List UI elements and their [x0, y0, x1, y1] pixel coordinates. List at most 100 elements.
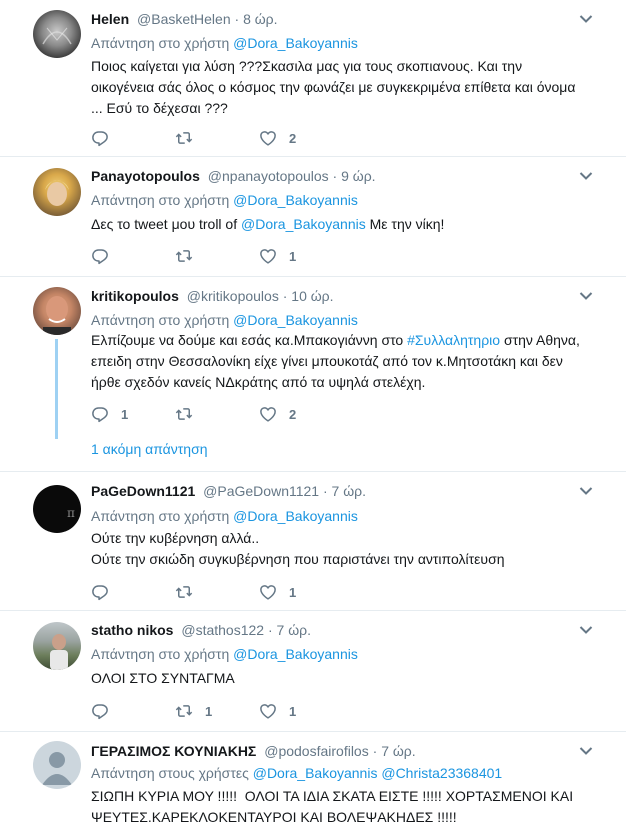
text-line: ΨΕΥΤΕΣ.ΚΑΡΕΚΛΟΚΕΝΤΑΥΡΟΙ ΚΑΙ ΒΟΛΕΨΑΚΗΔΕΣ …	[91, 809, 457, 825]
reply-context: Απάντηση στο χρήστη @Dora_Bakoyannis	[91, 507, 358, 525]
retweet-button[interactable]	[175, 582, 259, 602]
reply-prefix: Απάντηση στο χρήστη	[91, 192, 234, 208]
separator-dot: ·	[368, 743, 382, 759]
reply-context: Απάντηση στο χρήστη @Dora_Bakoyannis	[91, 645, 358, 663]
tweet[interactable]: Panayotopoulos @npanayotopoulos · 9 ώρ. …	[0, 157, 626, 277]
timestamp[interactable]: 10 ώρ.	[291, 288, 333, 304]
mention-link[interactable]: @Dora_Bakoyannis	[233, 35, 358, 51]
dark-photo-avatar[interactable]	[33, 10, 81, 58]
blond-person-avatar[interactable]	[33, 168, 81, 216]
mention-link[interactable]: @Dora_Bakoyannis	[233, 312, 358, 328]
thread-line	[55, 339, 58, 439]
reply-prefix: Απάντηση στο χρήστη	[91, 312, 234, 328]
display-name[interactable]: statho nikos	[91, 622, 173, 638]
mention-link[interactable]: @Dora_Bakoyannis	[233, 508, 358, 524]
chevron-down-icon[interactable]	[579, 14, 593, 24]
hashtag-link[interactable]: #Συλλαλητηριο	[407, 332, 500, 348]
tweet[interactable]: π PaGeDown1121 @PaGeDown1121 · 7 ώρ. Απά…	[0, 472, 626, 611]
user-handle[interactable]: @kritikopoulos	[187, 288, 279, 304]
tweet-text: ΣΙΩΠΗ ΚΥΡΙΑ ΜΟΥ !!!!! ΟΛΟΙ ΤΑ ΙΔΙΑ ΣΚΑΤΑ…	[91, 786, 611, 828]
mention-link[interactable]: @Dora_Bakoyannis	[241, 216, 366, 232]
retweet-icon	[175, 702, 193, 720]
like-count: 2	[289, 130, 297, 146]
user-handle[interactable]: @stathos122	[181, 622, 264, 638]
chevron-down-icon[interactable]	[579, 486, 593, 496]
user-handle[interactable]: @BasketHelen	[137, 11, 231, 27]
default-profile-avatar[interactable]	[33, 741, 81, 789]
pi-symbol-avatar[interactable]: π	[33, 485, 81, 533]
tweet[interactable]: ΓΕΡΑΣΙΜΟΣ ΚΟΥΝΙΑΚΗΣ @podosfairofilos · 7…	[0, 732, 626, 835]
text-line: ... Εσύ το δέχεσαι ???	[91, 100, 228, 116]
like-button[interactable]: 1	[259, 582, 343, 602]
tweet[interactable]: statho nikos @stathos122 · 7 ώρ. Απάντησ…	[0, 611, 626, 732]
mention-link[interactable]: @Dora_Bakoyannis	[233, 646, 358, 662]
text-line: ΟΛΟΙ ΣΤΟ ΣΥΝΤΑΓΜΑ	[91, 670, 235, 686]
like-button[interactable]: 2	[259, 128, 343, 148]
retweet-button[interactable]	[175, 246, 259, 266]
timestamp[interactable]: 7 ώρ.	[277, 622, 311, 638]
reply-button[interactable]	[91, 701, 175, 721]
heart-icon	[259, 129, 277, 147]
display-name[interactable]: Helen	[91, 11, 129, 27]
heart-icon	[259, 702, 277, 720]
text-segment: στην Αθηνα,	[500, 332, 580, 348]
tweet-text: Ποιος καίγεται για λύση ???Σκασιλα μας γ…	[91, 56, 601, 119]
like-count: 1	[289, 584, 297, 600]
reply-context: Απάντηση στο χρήστη @Dora_Bakoyannis	[91, 34, 358, 52]
user-handle[interactable]: @PaGeDown1121	[203, 483, 319, 499]
reply-context: Απάντηση στο χρήστη @Dora_Bakoyannis	[91, 311, 358, 329]
timestamp[interactable]: 9 ώρ.	[341, 168, 375, 184]
like-button[interactable]: 1	[259, 701, 343, 721]
retweet-button[interactable]	[175, 404, 259, 424]
text-line: ήρθε σχεδόν κανείς ΝΔκράτης από τα υψηλά…	[91, 374, 426, 390]
tweet-text: Δες το tweet μου troll of @Dora_Bakoyann…	[91, 214, 601, 235]
like-count: 2	[289, 406, 297, 422]
heart-icon	[259, 247, 277, 265]
bald-man-avatar[interactable]	[33, 287, 81, 335]
mention-link[interactable]: @Christa23368401	[381, 765, 502, 781]
reply-icon	[91, 247, 109, 265]
timestamp[interactable]: 7 ώρ.	[381, 743, 415, 759]
chevron-down-icon[interactable]	[579, 625, 593, 635]
chevron-down-icon[interactable]	[579, 291, 593, 301]
display-name[interactable]: Panayotopoulos	[91, 168, 200, 184]
like-button[interactable]: 2	[259, 404, 343, 424]
tweet-text: Ελπίζουμε να δούμε και εσάς κα.Μπακογιάν…	[91, 330, 601, 393]
reply-button[interactable]	[91, 246, 175, 266]
text-line: Ούτε την κυβέρνηση αλλά..	[91, 530, 260, 546]
tweet[interactable]: kritikopoulos @kritikopoulos · 10 ώρ. Απ…	[0, 277, 626, 472]
mention-link[interactable]: @Dora_Bakoyannis	[253, 765, 378, 781]
separator-dot: ·	[328, 168, 342, 184]
reply-icon	[91, 405, 109, 423]
timestamp[interactable]: 7 ώρ.	[332, 483, 366, 499]
retweet-icon	[175, 247, 193, 265]
text-segment: Δες το tweet μου troll of	[91, 216, 242, 232]
heart-icon	[259, 583, 277, 601]
outdoor-man-avatar[interactable]	[33, 622, 81, 670]
tweet[interactable]: Helen @BasketHelen · 8 ώρ. Απάντηση στο …	[0, 0, 626, 157]
retweet-button[interactable]: 1	[175, 701, 259, 721]
user-handle[interactable]: @npanayotopoulos	[208, 168, 329, 184]
mention-link[interactable]: @Dora_Bakoyannis	[233, 192, 358, 208]
reply-button[interactable]: 1	[91, 404, 175, 424]
reply-button[interactable]	[91, 128, 175, 148]
text-line: ΣΙΩΠΗ ΚΥΡΙΑ ΜΟΥ !!!!! ΟΛΟΙ ΤΑ ΙΔΙΑ ΣΚΑΤΑ…	[91, 788, 574, 804]
retweet-icon	[175, 405, 193, 423]
user-handle[interactable]: @podosfairofilos	[264, 743, 369, 759]
retweet-button[interactable]	[175, 128, 259, 148]
reply-button[interactable]	[91, 582, 175, 602]
display-name[interactable]: PaGeDown1121	[91, 483, 195, 499]
more-replies-link[interactable]: 1 ακόμη απάντηση	[91, 440, 208, 458]
chevron-down-icon[interactable]	[579, 746, 593, 756]
timestamp[interactable]: 8 ώρ.	[243, 11, 277, 27]
separator-dot: ·	[230, 11, 244, 27]
reply-prefix: Απάντηση στους χρήστες	[91, 765, 253, 781]
reply-prefix: Απάντηση στο χρήστη	[91, 646, 234, 662]
like-button[interactable]: 1	[259, 246, 343, 266]
display-name[interactable]: ΓΕΡΑΣΙΜΟΣ ΚΟΥΝΙΑΚΗΣ	[91, 743, 256, 759]
reply-icon	[91, 129, 109, 147]
display-name[interactable]: kritikopoulos	[91, 288, 179, 304]
chevron-down-icon[interactable]	[579, 171, 593, 181]
reply-context: Απάντηση στους χρήστες @Dora_Bakoyannis …	[91, 764, 502, 782]
text-line: Ελπίζουμε να δούμε και εσάς κα.Μπακογιάν…	[91, 330, 601, 351]
